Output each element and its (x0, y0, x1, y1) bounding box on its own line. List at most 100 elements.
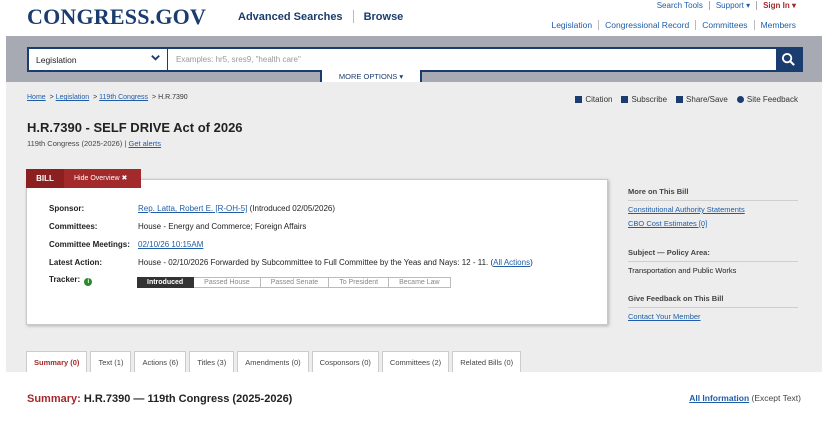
sign-in-menu[interactable]: Sign In ▾ (757, 1, 802, 10)
get-alerts-link[interactable]: Get alerts (128, 139, 161, 148)
contact-member-link[interactable]: Contact Your Member (628, 312, 701, 321)
tab-cosponsors[interactable]: Cosponsors (0) (311, 351, 379, 372)
tracker-step-introduced: Introduced (137, 277, 195, 288)
bill-main: Home > Legislation > 119th Congress > H.… (6, 82, 822, 372)
tab-summary[interactable]: Summary (0) (26, 351, 88, 372)
tab-amendments[interactable]: Amendments (0) (237, 351, 309, 372)
share-tools: Citation Subscribe Share/Save Site Feedb… (575, 95, 798, 104)
feedback-bubble-icon (736, 96, 744, 103)
summary-heading-text: H.R.7390 — 119th Congress (2025-2026) (83, 393, 293, 405)
congress-line: 119th Congress (2025-2026) | Get alerts (27, 139, 161, 148)
search-scope-value: Legislation (36, 55, 77, 65)
info-icon[interactable]: i (84, 278, 93, 286)
committee-meetings-label: Committee Meetings: (49, 240, 130, 249)
site-feedback-button[interactable]: Site Feedback (736, 95, 798, 104)
hide-overview-button[interactable]: Hide Overview ✖ (74, 174, 127, 182)
search-input[interactable] (169, 49, 777, 70)
congressional-record-link[interactable]: Congressional Record (599, 20, 695, 30)
congress-session: 119th Congress (2025-2026) (27, 139, 123, 148)
members-link[interactable]: Members (755, 20, 802, 30)
search-band: Legislation MORE OPTIONS ▾ (6, 36, 822, 85)
breadcrumb-separator: > (49, 94, 54, 101)
committees-label: Committees: (49, 222, 98, 231)
latest-action-value: House - 02/10/2026 Forwarded by Subcommi… (138, 258, 533, 267)
congress-gov-logo[interactable]: CONGRESS.GOV (27, 4, 206, 30)
share-save-label: Share/Save (686, 95, 728, 104)
sponsor-introduced: (Introduced 02/05/2026) (249, 204, 336, 213)
latest-action-label: Latest Action: (49, 258, 103, 267)
nav-divider (352, 10, 354, 23)
primary-nav: Advanced Searches Browse (238, 10, 403, 23)
subscribe-button[interactable]: Subscribe (621, 95, 667, 104)
search-scope-select[interactable]: Legislation (29, 49, 168, 70)
bill-overview-tab: BILL Hide Overview ✖ (26, 169, 141, 188)
search-button[interactable] (776, 49, 801, 70)
tracker-label-wrap: Tracker: i (49, 275, 149, 286)
all-actions-link[interactable]: All Actions (493, 258, 530, 267)
subscribe-label: Subscribe (631, 95, 668, 104)
browse-link[interactable]: Browse (364, 11, 404, 23)
policy-area-block: Subject — Policy Area: Transportation an… (628, 248, 798, 280)
latest-action-text: House - 02/10/2026 Forwarded by Subcommi… (138, 258, 489, 267)
search-icon (781, 52, 795, 66)
search-tools-link[interactable]: Search Tools (651, 1, 709, 10)
more-on-bill-heading: More on This Bill (628, 187, 798, 201)
site-header: CONGRESS.GOV Advanced Searches Browse Se… (0, 0, 832, 36)
sponsor-link[interactable]: Rep. Latta, Robert E. [R-OH-5] (138, 204, 247, 213)
legislation-link[interactable]: Legislation (545, 20, 598, 30)
feedback-heading: Give Feedback on This Bill (628, 294, 798, 308)
tracker-step-to-president: To President (329, 277, 390, 288)
summary-heading: Summary: H.R.7390 — 119th Congress (2025… (27, 393, 292, 405)
policy-area-value: Transportation and Public Works (628, 266, 737, 275)
breadcrumb: Home > Legislation > 119th Congress > H.… (27, 94, 188, 101)
site-feedback-label: Site Feedback (746, 95, 798, 104)
cbo-cost-estimates-link[interactable]: CBO Cost Estimates [0] (628, 219, 707, 228)
committees-link[interactable]: Committees (696, 20, 753, 30)
tracker-step-became-law: Became Law (389, 277, 451, 288)
all-information: All Information (Except Text) (689, 393, 801, 403)
bill-tabs: Summary (0) Text (1) Actions (6) Titles … (26, 351, 522, 372)
tracker-label: Tracker: (49, 275, 81, 284)
summary-section: Summary: H.R.7390 — 119th Congress (2025… (6, 372, 822, 422)
tab-related-bills[interactable]: Related Bills (0) (452, 351, 522, 372)
subscribe-icon (621, 96, 629, 103)
summary-label: Summary: (27, 393, 81, 405)
committee-meetings-value: 02/10/26 10:15AM (138, 240, 203, 249)
all-information-link[interactable]: All Information (689, 393, 749, 403)
tab-actions[interactable]: Actions (6) (134, 351, 187, 372)
congress-separator: | (124, 139, 127, 148)
committees-value: House - Energy and Commerce; Foreign Aff… (138, 222, 307, 231)
constitutional-authority-link[interactable]: Constitutional Authority Statements (628, 205, 745, 214)
committee-meeting-link[interactable]: 02/10/26 10:15AM (138, 240, 203, 249)
breadcrumb-separator: > (93, 94, 98, 101)
breadcrumb-separator: > (152, 94, 157, 101)
search-box: Legislation (27, 47, 803, 72)
policy-area-heading: Subject — Policy Area: (628, 248, 798, 262)
tab-committees[interactable]: Committees (2) (381, 351, 450, 372)
citation-icon (575, 96, 583, 103)
utility-nav: Search Tools Support ▾ Sign In ▾ (651, 1, 802, 10)
breadcrumb-congress[interactable]: 119th Congress (99, 94, 148, 101)
bill-tracker: Introduced Passed House Passed Senate To… (137, 277, 451, 288)
tracker-step-passed-house: Passed House (194, 277, 261, 288)
chevron-down-icon (151, 55, 160, 61)
feedback-block: Give Feedback on This Bill Contact Your … (628, 294, 798, 326)
sponsor-label: Sponsor: (49, 204, 85, 213)
breadcrumb-home[interactable]: Home (27, 94, 46, 101)
share-save-button[interactable]: Share/Save (676, 95, 728, 104)
breadcrumb-legislation[interactable]: Legislation (56, 94, 89, 101)
advanced-searches-link[interactable]: Advanced Searches (238, 11, 343, 23)
citation-button[interactable]: Citation (575, 95, 612, 104)
breadcrumb-current: H.R.7390 (158, 94, 188, 101)
more-on-bill-block: More on This Bill Constitutional Authori… (628, 187, 798, 233)
tab-titles[interactable]: Titles (3) (189, 351, 235, 372)
tracker-step-passed-senate: Passed Senate (260, 277, 330, 288)
bill-tab-label: BILL (26, 169, 64, 188)
tab-text[interactable]: Text (1) (90, 351, 132, 372)
citation-label: Citation (585, 95, 613, 104)
bill-title: H.R.7390 - SELF DRIVE Act of 2026 (27, 120, 243, 135)
bill-overview: Sponsor: Rep. Latta, Robert E. [R-OH-5] … (26, 179, 608, 325)
all-information-suffix: (Except Text) (751, 393, 801, 403)
sponsor-value: Rep. Latta, Robert E. [R-OH-5] (Introduc… (138, 204, 335, 213)
support-menu[interactable]: Support ▾ (710, 1, 756, 10)
